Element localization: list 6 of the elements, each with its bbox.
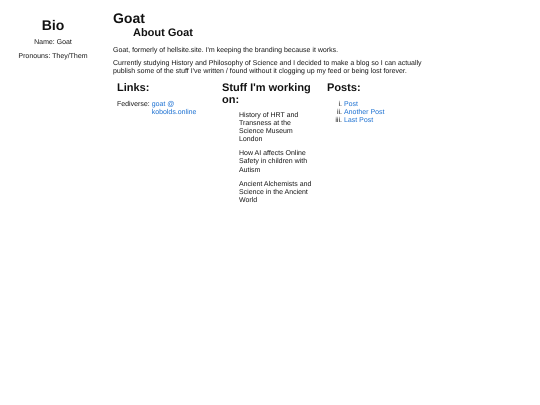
- bio-heading: Bio: [42, 17, 64, 33]
- links-heading: Links:: [117, 83, 150, 95]
- working-heading: Stuff I'm working on:: [222, 83, 312, 106]
- posts-heading: Posts:: [327, 83, 362, 95]
- page-title: Goat: [113, 10, 146, 26]
- about-heading: About Goat: [133, 27, 194, 39]
